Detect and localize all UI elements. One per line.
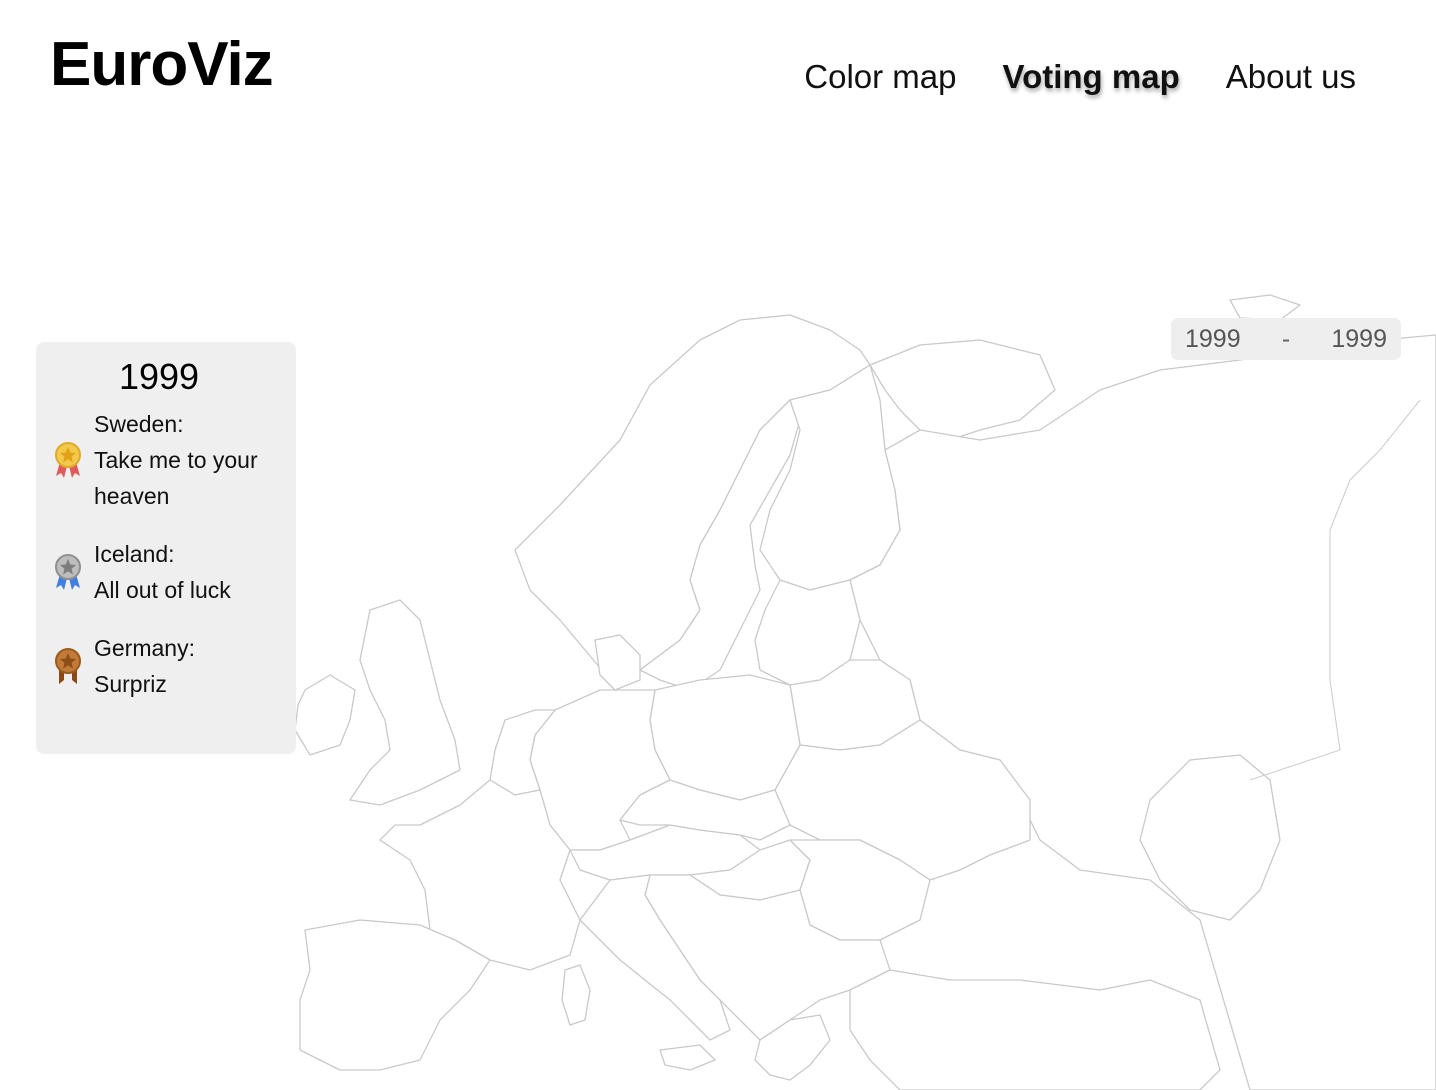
year-range-selector[interactable]: 1999 - 1999 bbox=[1171, 318, 1401, 360]
nav-color-map[interactable]: Color map bbox=[804, 58, 956, 96]
region-sicily[interactable] bbox=[659, 1044, 716, 1071]
main-nav: Color map Voting map About us bbox=[804, 58, 1356, 96]
nav-about-us[interactable]: About us bbox=[1226, 58, 1356, 96]
results-panel: 1999 Sweden: Take me to your heaven Icel… bbox=[36, 342, 296, 754]
region-kola[interactable] bbox=[869, 339, 1056, 441]
bronze-medal-icon bbox=[55, 648, 81, 684]
region-great-britain[interactable] bbox=[349, 599, 461, 806]
region-ireland[interactable] bbox=[294, 674, 356, 756]
range-to[interactable]: 1999 bbox=[1331, 325, 1387, 354]
result-song: Surpriz bbox=[94, 671, 167, 697]
region-turkey[interactable] bbox=[849, 969, 1221, 1090]
result-country: Sweden: bbox=[94, 411, 184, 437]
range-from[interactable]: 1999 bbox=[1185, 325, 1241, 354]
panel-year: 1999 bbox=[118, 356, 200, 397]
gold-medal-icon bbox=[55, 442, 81, 478]
result-entry-third: Germany: Surpriz bbox=[52, 630, 296, 702]
result-entry-first: Sweden: Take me to your heaven bbox=[52, 406, 296, 514]
result-country: Germany: bbox=[94, 635, 195, 661]
region-sardinia[interactable] bbox=[561, 964, 591, 1026]
brand-logo[interactable]: EuroViz bbox=[50, 34, 274, 96]
result-song: All out of luck bbox=[94, 577, 231, 603]
result-song: Take me to your heaven bbox=[94, 447, 258, 509]
result-entry-second: Iceland: All out of luck bbox=[52, 536, 296, 608]
range-separator: - bbox=[1281, 324, 1291, 353]
silver-medal-icon bbox=[55, 554, 81, 590]
page: EuroViz Color map Voting map About us 19… bbox=[0, 0, 1436, 1090]
region-islands-north[interactable] bbox=[1229, 294, 1301, 321]
nav-voting-map[interactable]: Voting map bbox=[1003, 58, 1180, 96]
result-country: Iceland: bbox=[94, 541, 175, 567]
region-russia[interactable] bbox=[849, 334, 1436, 1090]
